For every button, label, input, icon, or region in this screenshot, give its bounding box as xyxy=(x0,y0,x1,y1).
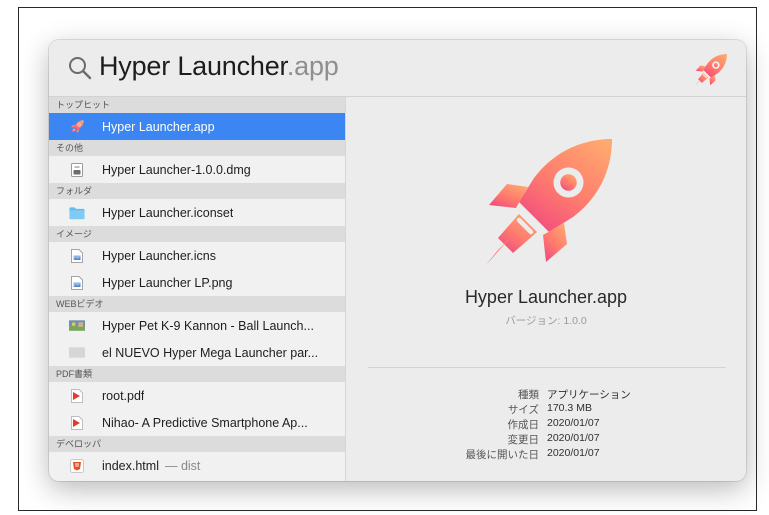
rocket-app-icon xyxy=(694,53,728,87)
result-row[interactable]: Hyper Launcher-1.0.0.dmg xyxy=(49,156,345,183)
result-label: root.pdf xyxy=(102,388,145,403)
folder-icon xyxy=(69,205,85,221)
metadata-value: 2020/01/07 xyxy=(547,417,600,429)
section-header: フォルダ xyxy=(49,183,345,199)
pdf-icon xyxy=(69,388,85,404)
metadata-key: 最後に開いた日 xyxy=(465,449,540,461)
section-header: トップヒット xyxy=(49,97,345,113)
image-file-icon xyxy=(69,275,85,291)
metadata-list: 種類 アプリケーション サイズ 170.3 MB 作成日 2020/01/07 変更日 202… xyxy=(346,387,746,462)
metadata-value: 2020/01/07 xyxy=(547,432,600,444)
result-row[interactable]: Hyper Launcher.icns xyxy=(49,242,345,269)
result-label: Nihao- A Predictive Smartphone Ap... xyxy=(102,415,308,430)
results-list[interactable]: トップヒット Hyper Launcher.app その他 Hyper Launche… xyxy=(49,97,346,481)
divider xyxy=(368,367,726,368)
metadata-key: 種類 xyxy=(518,389,539,401)
metadata-key: 作成日 xyxy=(507,419,540,431)
metadata-value: 170.3 MB xyxy=(547,402,592,414)
search-icon xyxy=(69,57,92,80)
disk-image-icon xyxy=(69,162,85,178)
result-label: Hyper Launcher.app xyxy=(102,119,215,134)
result-row[interactable]: Hyper Pet K-9 Kannon - Ball Launch... xyxy=(49,312,345,339)
result-row[interactable]: Nihao- A Predictive Smartphone Ap... xyxy=(49,409,345,436)
section-header: デベロッパ xyxy=(49,436,345,452)
search-bar[interactable]: Hyper Launcher.app xyxy=(49,40,746,97)
result-sublabel: — dist xyxy=(164,458,201,473)
metadata-row: サイズ 170.3 MB xyxy=(346,402,746,417)
result-label: Hyper Launcher.icns xyxy=(102,248,216,263)
metadata-key: サイズ xyxy=(507,404,539,416)
preview-pane: Hyper Launcher.app バージョン: 1.0.0 種類 アプリケーシ… xyxy=(346,97,746,481)
search-input[interactable]: Hyper Launcher.app xyxy=(99,51,339,82)
section-header: その他 xyxy=(49,140,345,156)
result-row[interactable]: el NUEVO Hyper Mega Launcher par... xyxy=(49,339,345,366)
result-label: Hyper Launcher.iconset xyxy=(102,205,234,220)
rocket-app-icon xyxy=(69,119,85,135)
metadata-row: 変更日 2020/01/07 xyxy=(346,432,746,447)
metadata-value: 2020/01/07 xyxy=(547,447,600,459)
result-label: Hyper Launcher LP.png xyxy=(102,275,233,290)
metadata-row: 最後に開いた日 2020/01/07 xyxy=(346,447,746,462)
result-row-selected[interactable]: Hyper Launcher.app xyxy=(49,113,345,140)
result-label: Hyper Launcher-1.0.0.dmg xyxy=(102,162,251,177)
metadata-row: 種類 アプリケーション xyxy=(346,387,746,402)
pdf-icon xyxy=(69,415,85,431)
section-header: WEBビデオ xyxy=(49,296,345,312)
metadata-key: 変更日 xyxy=(507,434,540,446)
result-row[interactable]: Hyper Launcher LP.png xyxy=(49,269,345,296)
section-header: PDF書類 xyxy=(49,366,345,382)
html-file-icon xyxy=(69,458,85,474)
result-label: el NUEVO Hyper Mega Launcher par... xyxy=(102,345,319,360)
section-header: イメージ xyxy=(49,226,345,242)
preview-version: バージョン: 1.0.0 xyxy=(505,315,587,327)
result-row[interactable]: index.html — dist xyxy=(49,452,345,479)
result-row[interactable]: Hyper Launcher.iconset xyxy=(49,199,345,226)
metadata-row: 作成日 2020/01/07 xyxy=(346,417,746,432)
spotlight-panel: Hyper Launcher.app トップヒット Hyper Launcher.… xyxy=(49,40,746,481)
rocket-app-icon xyxy=(474,127,624,277)
search-query-suffix: .app xyxy=(286,51,339,81)
search-query-text: Hyper Launcher xyxy=(99,51,287,81)
video-thumbnail-icon xyxy=(69,318,85,334)
video-placeholder-icon xyxy=(69,345,85,361)
image-file-icon xyxy=(69,248,85,264)
preview-title: Hyper Launcher.app xyxy=(464,287,628,307)
metadata-value: アプリケーション xyxy=(547,389,631,401)
result-label: index.html xyxy=(102,458,159,473)
result-row[interactable]: root.pdf xyxy=(49,382,345,409)
result-label: Hyper Pet K-9 Kannon - Ball Launch... xyxy=(102,318,314,333)
